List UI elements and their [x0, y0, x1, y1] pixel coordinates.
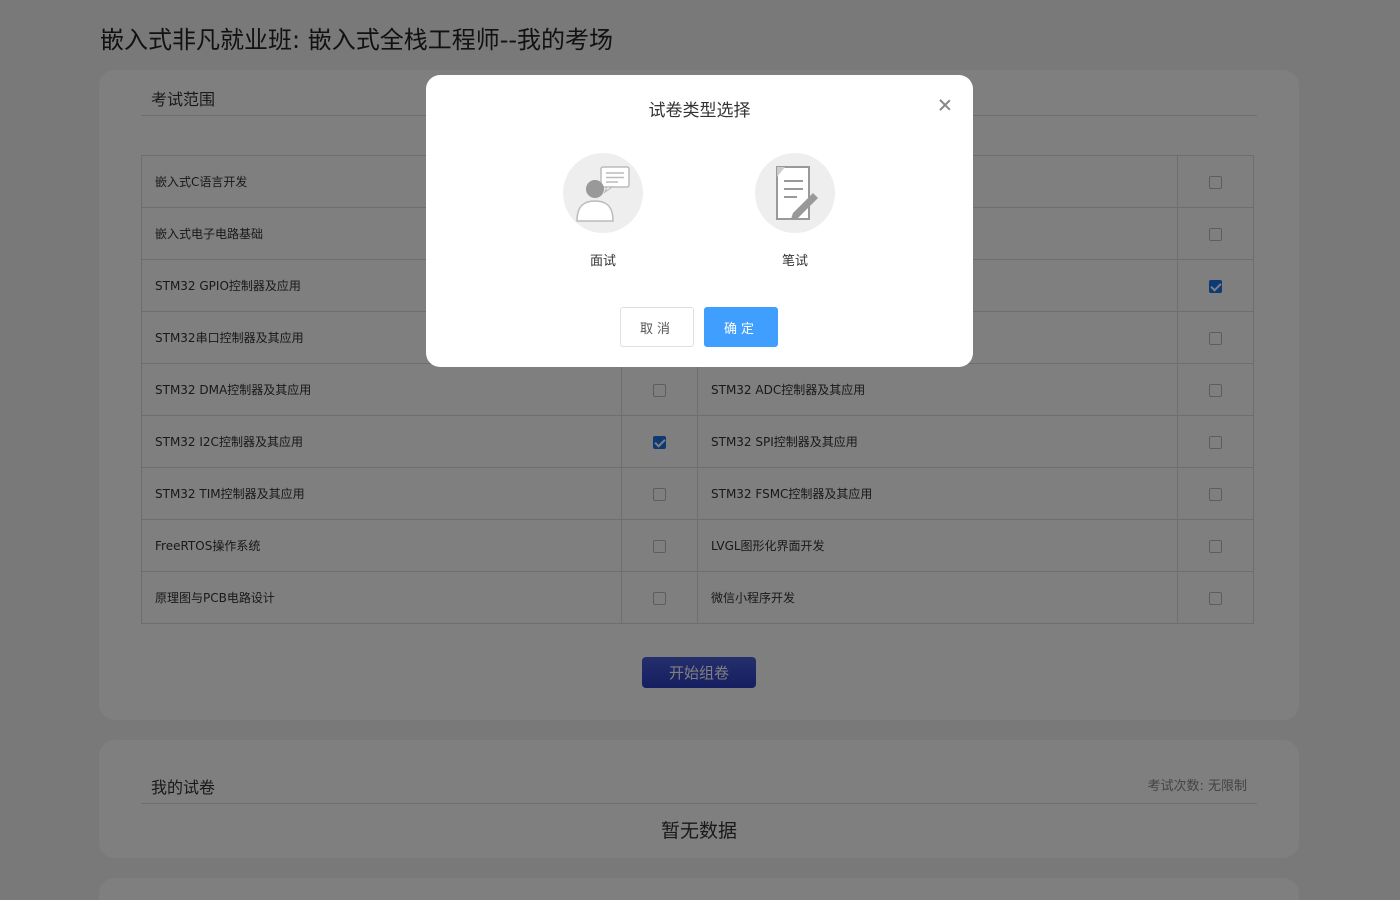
close-icon[interactable]: [935, 95, 955, 115]
paper-type-dialog: 试卷类型选择 面试 笔试 取消 确定: [426, 75, 973, 367]
option-written-label: 笔试: [781, 254, 808, 269]
option-interview-label: 面试: [589, 254, 616, 269]
written-exam-icon: [755, 153, 835, 233]
dialog-title: 试卷类型选择: [648, 101, 751, 121]
option-written[interactable]: 笔试: [745, 153, 845, 269]
interview-icon: [563, 153, 643, 233]
cancel-button[interactable]: 取消: [620, 307, 694, 347]
confirm-button[interactable]: 确定: [704, 307, 778, 347]
option-interview[interactable]: 面试: [553, 153, 653, 269]
